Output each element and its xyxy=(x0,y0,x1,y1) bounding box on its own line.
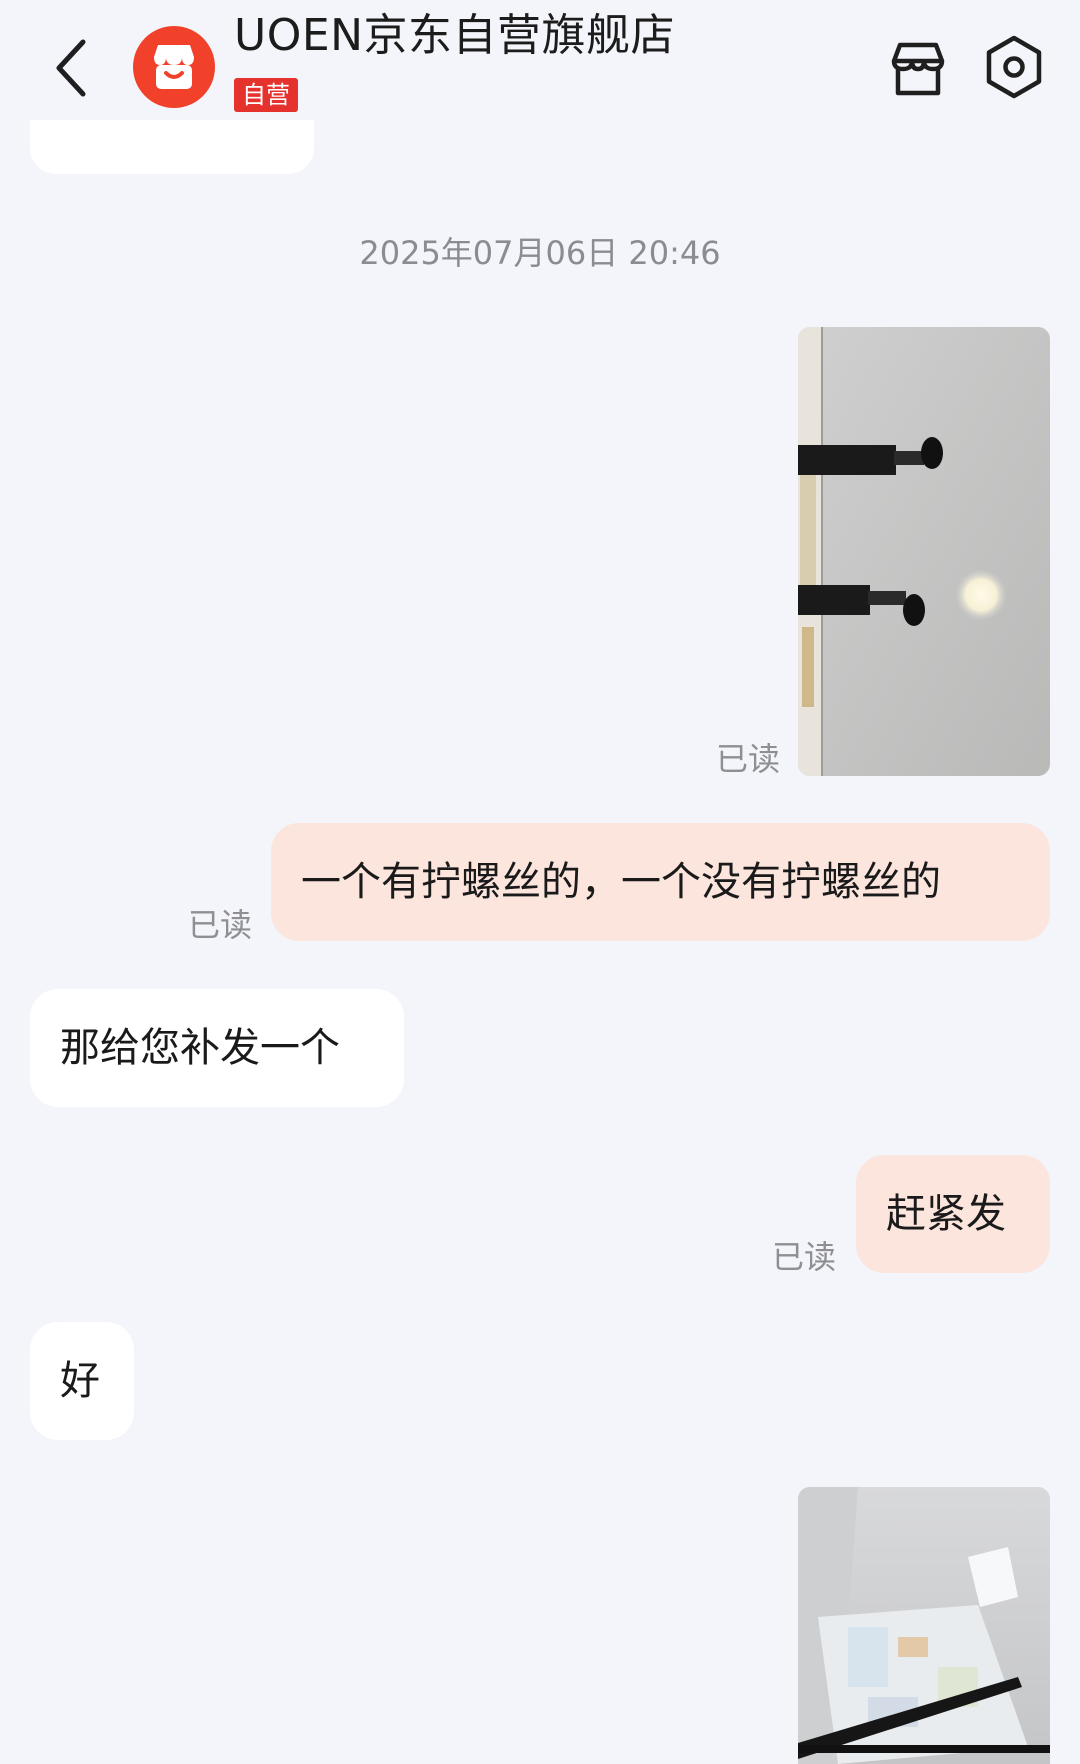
store-button[interactable] xyxy=(884,36,952,102)
self-operated-badge: 自营 xyxy=(234,78,298,112)
previous-message-bubble xyxy=(30,120,314,174)
read-receipt: 已读 xyxy=(188,906,253,944)
shop-message-bubble[interactable]: 好 xyxy=(30,1322,134,1440)
shop-message-bubble[interactable]: 那给您补发一个 xyxy=(30,989,404,1107)
chat-screen: UOEN京东自营旗舰店 自营 2025年07月06日 20:46 已读 已读 一… xyxy=(0,0,1080,1764)
photo-wall-hooks-image xyxy=(798,327,1050,776)
message-timestamp: 2025年07月06日 20:46 xyxy=(359,234,721,272)
photo-rod-on-newspaper-image xyxy=(798,1487,1050,1764)
read-receipt: 已读 xyxy=(716,740,781,778)
shop-avatar-icon xyxy=(154,45,194,89)
message-text: 那给您补发一个 xyxy=(60,1025,340,1071)
image-message[interactable] xyxy=(798,1487,1050,1764)
message-text: 一个有拧螺丝的，一个没有拧螺丝的 xyxy=(301,859,941,905)
message-text: 赶紧发 xyxy=(886,1191,1006,1237)
message-text: 好 xyxy=(60,1358,100,1404)
image-message[interactable] xyxy=(798,327,1050,776)
back-button[interactable] xyxy=(40,28,100,108)
store-icon xyxy=(891,42,945,96)
shop-avatar[interactable] xyxy=(133,26,215,108)
shop-name[interactable]: UOEN京东自营旗舰店 xyxy=(234,8,675,64)
read-receipt: 已读 xyxy=(772,1238,837,1276)
chat-header: UOEN京东自营旗舰店 自营 xyxy=(0,0,1080,140)
settings-hex-icon xyxy=(986,35,1042,99)
settings-button[interactable] xyxy=(982,32,1046,102)
chevron-left-icon xyxy=(56,39,86,97)
my-message-bubble[interactable]: 赶紧发 xyxy=(856,1155,1050,1273)
my-message-bubble[interactable]: 一个有拧螺丝的，一个没有拧螺丝的 xyxy=(271,823,1050,941)
